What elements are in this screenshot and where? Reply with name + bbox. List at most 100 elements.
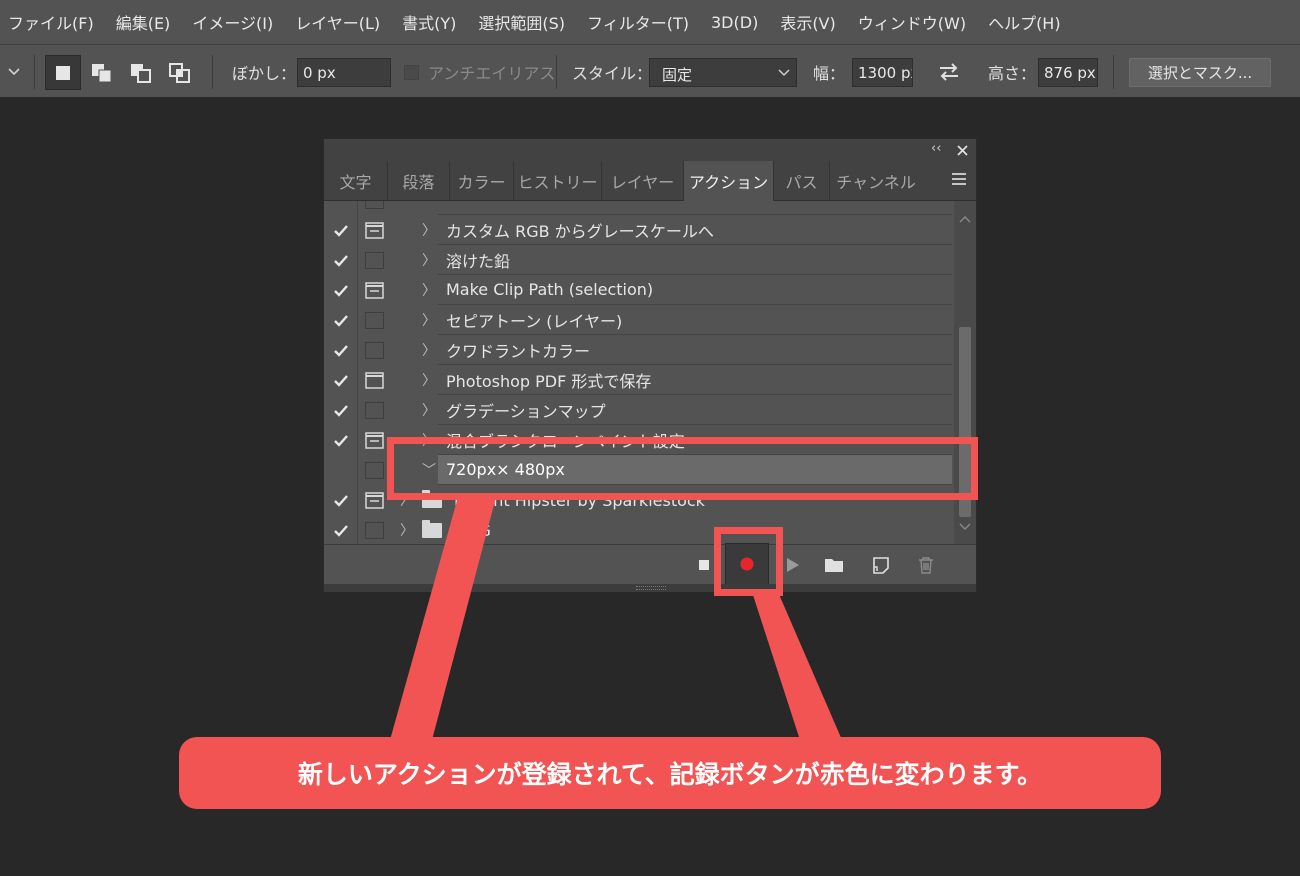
action-name: カスタム RGB からグレースケールへ xyxy=(438,215,952,245)
collapse-panel-icon[interactable]: ‹‹ xyxy=(931,141,941,156)
tool-preset-chevron-icon[interactable] xyxy=(8,45,20,99)
dialog-toggle[interactable] xyxy=(358,485,390,515)
highlight-new-action xyxy=(387,437,978,500)
dialog-toggle[interactable] xyxy=(358,395,390,425)
intersect-selection-button[interactable] xyxy=(162,55,198,90)
checkmark-icon xyxy=(333,404,348,417)
list-item[interactable]: 〉 グラデーションマップ xyxy=(324,395,954,425)
list-item[interactable]: 〉 カスタム RGB からグレースケールへ xyxy=(324,215,954,245)
swap-dimensions-button[interactable] xyxy=(937,45,961,99)
tab-layers[interactable]: レイヤー xyxy=(602,161,684,201)
scroll-up-icon[interactable] xyxy=(959,215,971,223)
new-action-button[interactable] xyxy=(869,545,893,585)
list-item[interactable]: 〉 溶けた鉛 xyxy=(324,245,954,275)
folder-icon xyxy=(422,520,442,538)
height-input[interactable]: 876 px xyxy=(1038,58,1098,87)
menu-file[interactable]: ファイル(F) xyxy=(8,10,94,34)
delete-button[interactable] xyxy=(914,545,938,585)
toggle-check[interactable] xyxy=(324,485,358,515)
tab-channels[interactable]: チャンネル xyxy=(830,161,922,201)
tab-paths[interactable]: パス xyxy=(774,161,830,201)
menu-help[interactable]: ヘルプ(H) xyxy=(988,10,1061,34)
select-and-mask-button[interactable]: 選択とマスク... xyxy=(1129,58,1271,87)
tab-character[interactable]: 文字 xyxy=(324,161,388,201)
dialog-toggle[interactable] xyxy=(358,365,390,395)
chevron-right-icon[interactable]: 〉 xyxy=(422,275,436,305)
tab-color[interactable]: カラー xyxy=(450,161,514,201)
list-item[interactable]: 〉 Make Clip Path (selection) xyxy=(324,275,954,305)
list-item[interactable]: 〉 クワドラントカラー xyxy=(324,335,954,365)
toggle-check[interactable] xyxy=(324,365,358,395)
style-select-value: 固定 xyxy=(662,66,693,84)
list-item[interactable]: 〉 セピアトーン (レイヤー) xyxy=(324,305,954,335)
dialog-toggle[interactable] xyxy=(358,425,390,455)
add-selection-button[interactable] xyxy=(84,55,120,90)
chevron-right-icon[interactable]: 〉 xyxy=(422,245,436,275)
toggle-check[interactable] xyxy=(324,215,358,245)
antialias-label: アンチエイリアス xyxy=(428,64,556,83)
toggle-check[interactable] xyxy=(324,395,358,425)
menu-window[interactable]: ウィンドウ(W) xyxy=(858,10,966,34)
close-icon[interactable] xyxy=(957,145,968,156)
highlight-record-button xyxy=(714,527,783,596)
scroll-down-icon[interactable] xyxy=(959,523,971,531)
panel-footer xyxy=(324,543,976,585)
toggle-check[interactable] xyxy=(324,515,358,544)
dialog-toggle[interactable] xyxy=(358,215,390,245)
style-select[interactable]: 固定 xyxy=(649,58,797,87)
dialog-toggle[interactable] xyxy=(358,275,390,305)
panel-menu-icon[interactable] xyxy=(950,172,968,186)
panel-resize-bar[interactable] xyxy=(324,584,976,592)
toggle-check[interactable] xyxy=(324,275,358,305)
chevron-right-icon[interactable]: 〉 xyxy=(422,215,436,245)
new-set-button[interactable] xyxy=(822,545,846,585)
tab-history[interactable]: ヒストリー xyxy=(514,161,602,201)
trash-icon xyxy=(919,557,933,574)
action-set-row[interactable]: 〉 JPEG xyxy=(324,515,954,544)
action-name: グラデーションマップ xyxy=(438,395,952,425)
panel-tabs: 文字 段落 カラー ヒストリー レイヤー アクション パス チャンネル xyxy=(324,161,976,201)
chevron-right-icon[interactable]: 〉 xyxy=(422,305,436,335)
action-name: Photoshop PDF 形式で保存 xyxy=(438,365,952,395)
dialog-toggle[interactable] xyxy=(358,455,390,485)
style-label: スタイル： xyxy=(572,64,653,83)
resize-grip xyxy=(636,586,666,590)
dialog-icon xyxy=(364,431,384,449)
toggle-check[interactable] xyxy=(324,425,358,455)
dialog-toggle[interactable] xyxy=(358,305,390,335)
dialog-toggle[interactable] xyxy=(358,335,390,365)
menu-3d[interactable]: 3D(D) xyxy=(711,13,758,32)
new-selection-button[interactable] xyxy=(45,55,81,90)
toggle-check[interactable] xyxy=(324,335,358,365)
dialog-toggle[interactable] xyxy=(358,245,390,275)
tab-actions[interactable]: アクション xyxy=(684,161,774,201)
toggle-check[interactable] xyxy=(324,455,358,485)
menu-type[interactable]: 書式(Y) xyxy=(402,10,456,34)
chevron-right-icon[interactable]: 〉 xyxy=(400,515,414,544)
width-input[interactable]: 1300 px xyxy=(852,58,913,87)
subtract-selection-button[interactable] xyxy=(123,55,159,90)
dialog-icon xyxy=(364,371,384,389)
play-button[interactable] xyxy=(781,545,805,585)
chevron-right-icon[interactable]: 〉 xyxy=(422,395,436,425)
feather-input[interactable]: 0 px xyxy=(297,58,391,87)
action-name: 溶けた鉛 xyxy=(438,245,952,275)
menu-layer[interactable]: レイヤー(L) xyxy=(295,10,380,34)
list-item[interactable]: 〉 Photoshop PDF 形式で保存 xyxy=(324,365,954,395)
menu-select[interactable]: 選択範囲(S) xyxy=(478,10,565,34)
tab-paragraph[interactable]: 段落 xyxy=(388,161,450,201)
toggle-check[interactable] xyxy=(324,305,358,335)
dialog-toggle[interactable] xyxy=(358,515,390,544)
antialias-checkbox[interactable]: アンチエイリアス xyxy=(404,45,555,99)
chevron-right-icon[interactable]: 〉 xyxy=(422,335,436,365)
menu-edit[interactable]: 編集(E) xyxy=(116,10,171,34)
chevron-right-icon[interactable]: 〉 xyxy=(422,365,436,395)
toggle-check[interactable] xyxy=(324,245,358,275)
feather-label: ぼかし： xyxy=(232,64,297,83)
dialog-icon xyxy=(364,221,384,239)
stop-button[interactable] xyxy=(694,545,714,585)
menu-filter[interactable]: フィルター(T) xyxy=(587,10,689,34)
checkmark-icon xyxy=(333,434,348,447)
menu-image[interactable]: イメージ(I) xyxy=(192,10,273,34)
menu-view[interactable]: 表示(V) xyxy=(780,10,835,34)
